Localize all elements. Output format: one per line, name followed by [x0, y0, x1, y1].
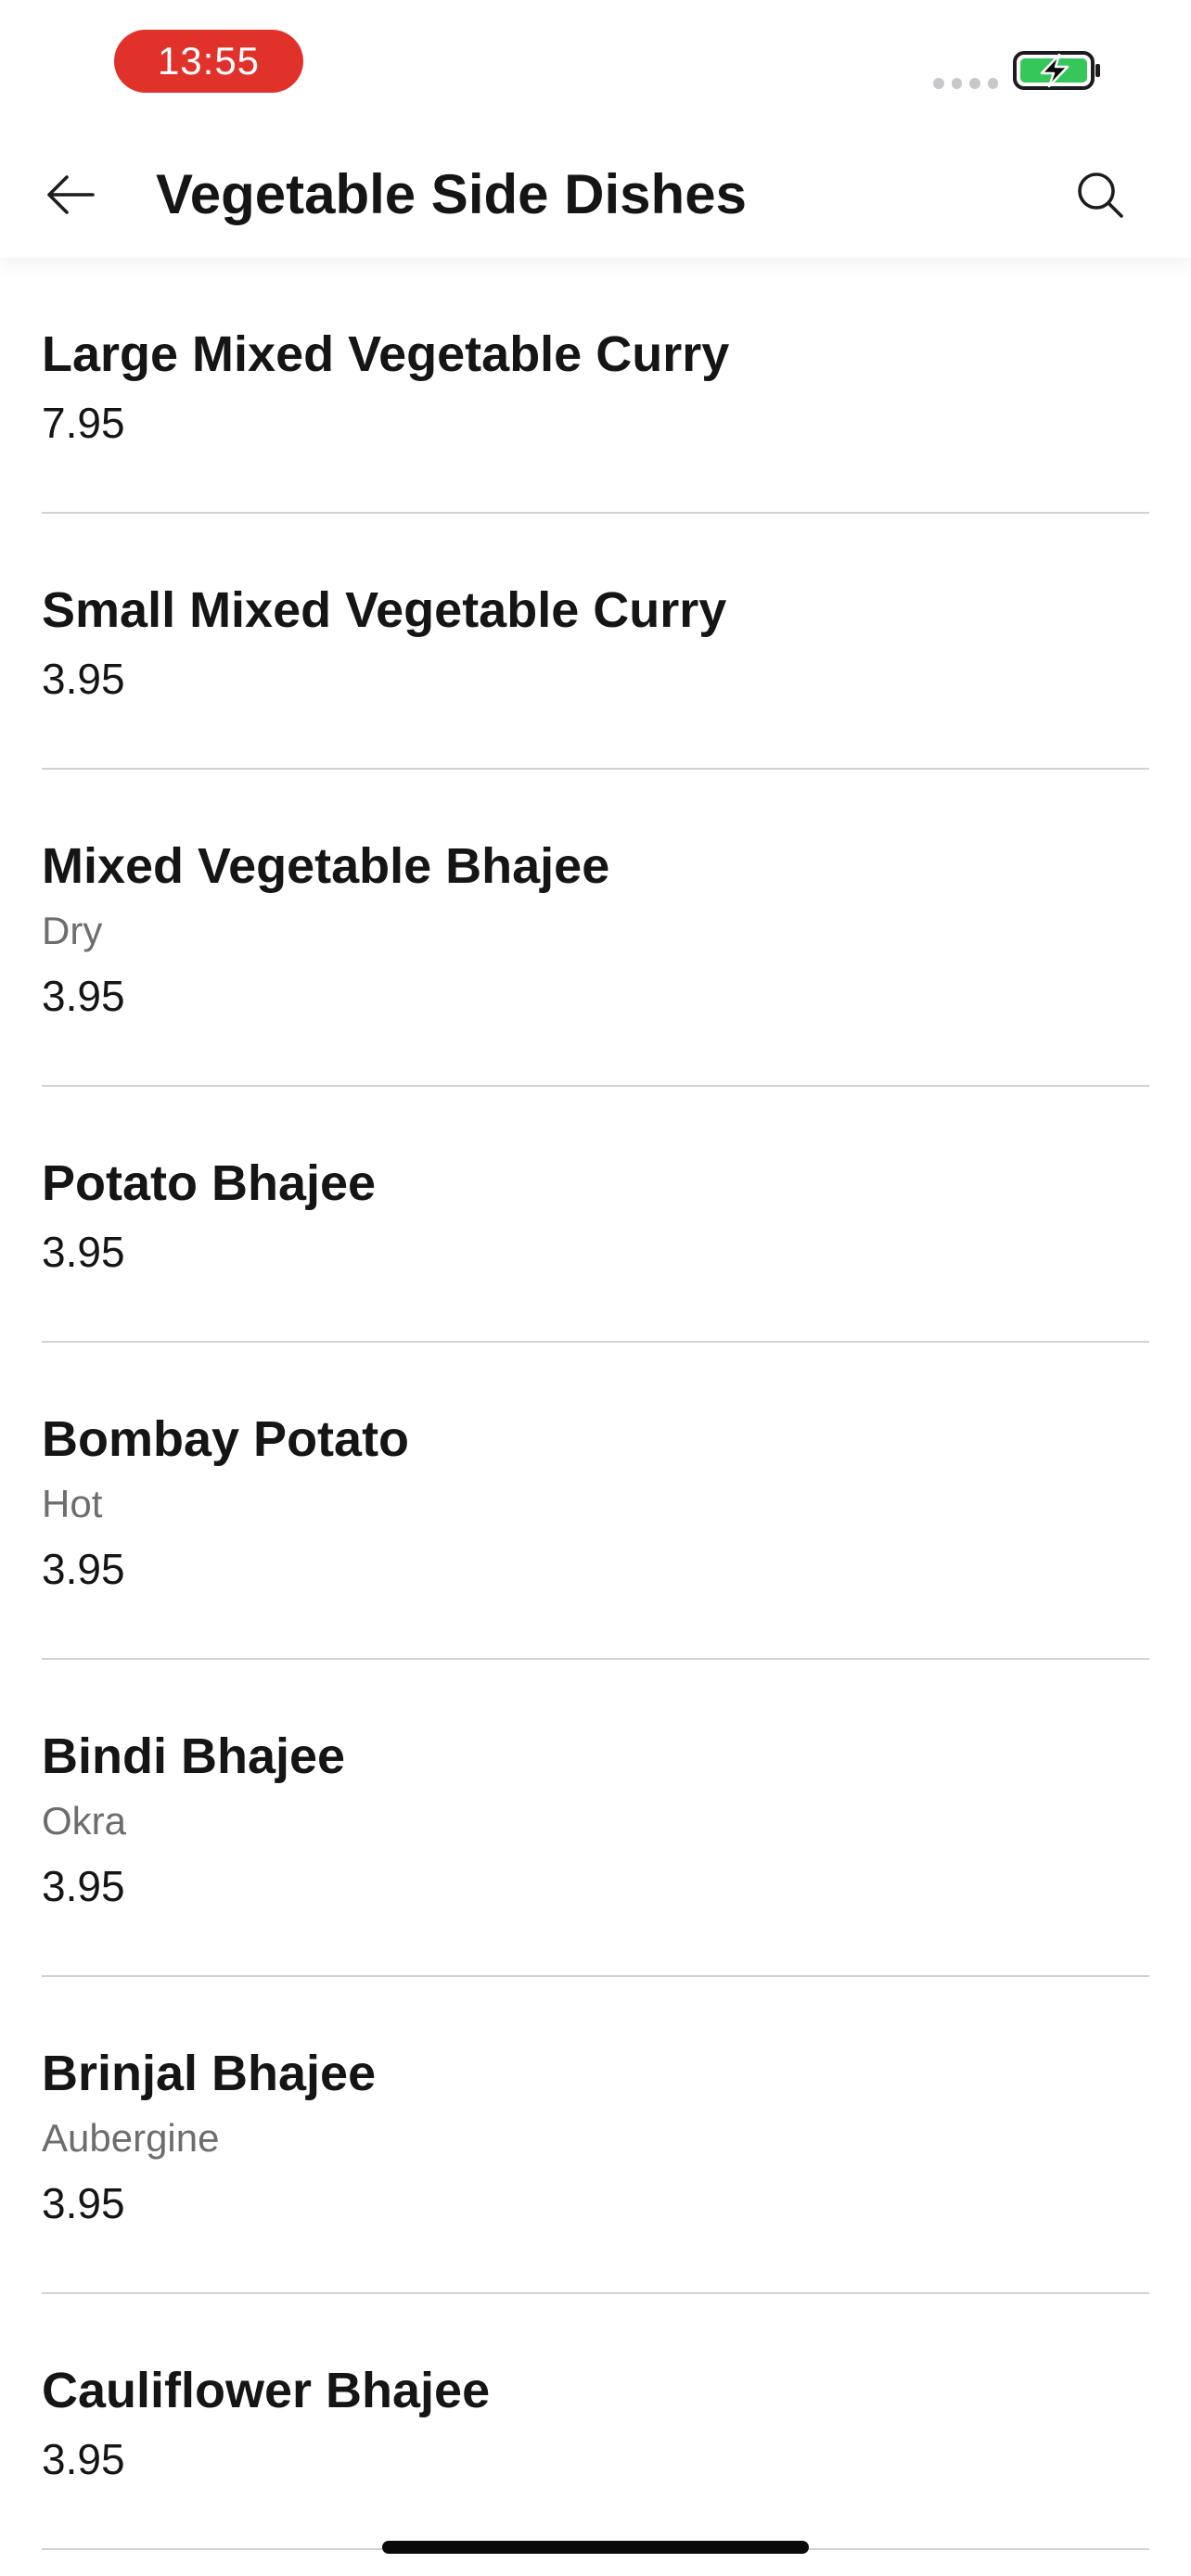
status-bar: 13:55 — [0, 0, 1191, 130]
menu-item-name: Mixed Vegetable Bhajee — [42, 838, 610, 894]
back-button[interactable] — [33, 158, 108, 232]
menu-item-name: Small Mixed Vegetable Curry — [42, 582, 727, 638]
menu-item-name: Bindi Bhajee — [42, 1728, 346, 1784]
menu-item-price: 3.95 — [42, 655, 125, 703]
menu-item-price: 3.95 — [42, 972, 125, 1020]
menu-item-price: 3.95 — [42, 1545, 125, 1593]
menu-item[interactable]: Small Mixed Vegetable Curry 3.95 — [42, 514, 1149, 770]
search-button[interactable] — [1063, 158, 1137, 232]
search-icon — [1078, 172, 1123, 218]
menu-item[interactable]: Brinjal Bhajee Aubergine 3.95 — [42, 1977, 1149, 2294]
menu-item-description: Okra — [42, 1799, 127, 1843]
menu-item-price: 7.95 — [42, 399, 125, 447]
menu-item[interactable]: Potato Bhajee 3.95 — [42, 1087, 1149, 1343]
menu-item-name: Potato Bhajee — [42, 1155, 377, 1211]
menu-item[interactable]: Large Mixed Vegetable Curry 7.95 — [42, 258, 1149, 514]
menu-item-description: Aubergine — [42, 2116, 220, 2160]
menu-item[interactable]: Bindi Bhajee Okra 3.95 — [42, 1660, 1149, 1977]
battery-charging-icon — [1013, 51, 1100, 90]
status-time: 13:55 — [114, 30, 303, 93]
navigation-bar: Vegetable Side Dishes — [0, 130, 1191, 258]
menu-item[interactable]: Cauliflower Bhajee 3.95 — [42, 2294, 1149, 2550]
menu-item-name: Bombay Potato — [42, 1411, 410, 1467]
menu-item-price: 3.95 — [42, 1228, 125, 1276]
menu-item-name: Large Mixed Vegetable Curry — [42, 326, 730, 382]
page-title: Vegetable Side Dishes — [156, 163, 747, 225]
home-indicator[interactable] — [382, 2541, 809, 2554]
menu-item[interactable]: Mixed Vegetable Bhajee Dry 3.95 — [42, 770, 1149, 1087]
menu-item-price: 3.95 — [42, 2435, 125, 2483]
menu-item-description: Hot — [42, 1482, 103, 1525]
menu-item[interactable]: Bombay Potato Hot 3.95 — [42, 1343, 1149, 1660]
menu-item-list: Large Mixed Vegetable Curry 7.95 Small M… — [42, 258, 1149, 2550]
menu-item-description: Dry — [42, 909, 103, 952]
menu-item-price: 3.95 — [42, 2179, 125, 2227]
arrow-left-icon — [47, 175, 95, 214]
menu-item-name: Brinjal Bhajee — [42, 2046, 377, 2101]
menu-item-name: Cauliflower Bhajee — [42, 2363, 491, 2418]
menu-item-price: 3.95 — [42, 1862, 125, 1910]
cellular-signal-icon — [933, 78, 998, 89]
